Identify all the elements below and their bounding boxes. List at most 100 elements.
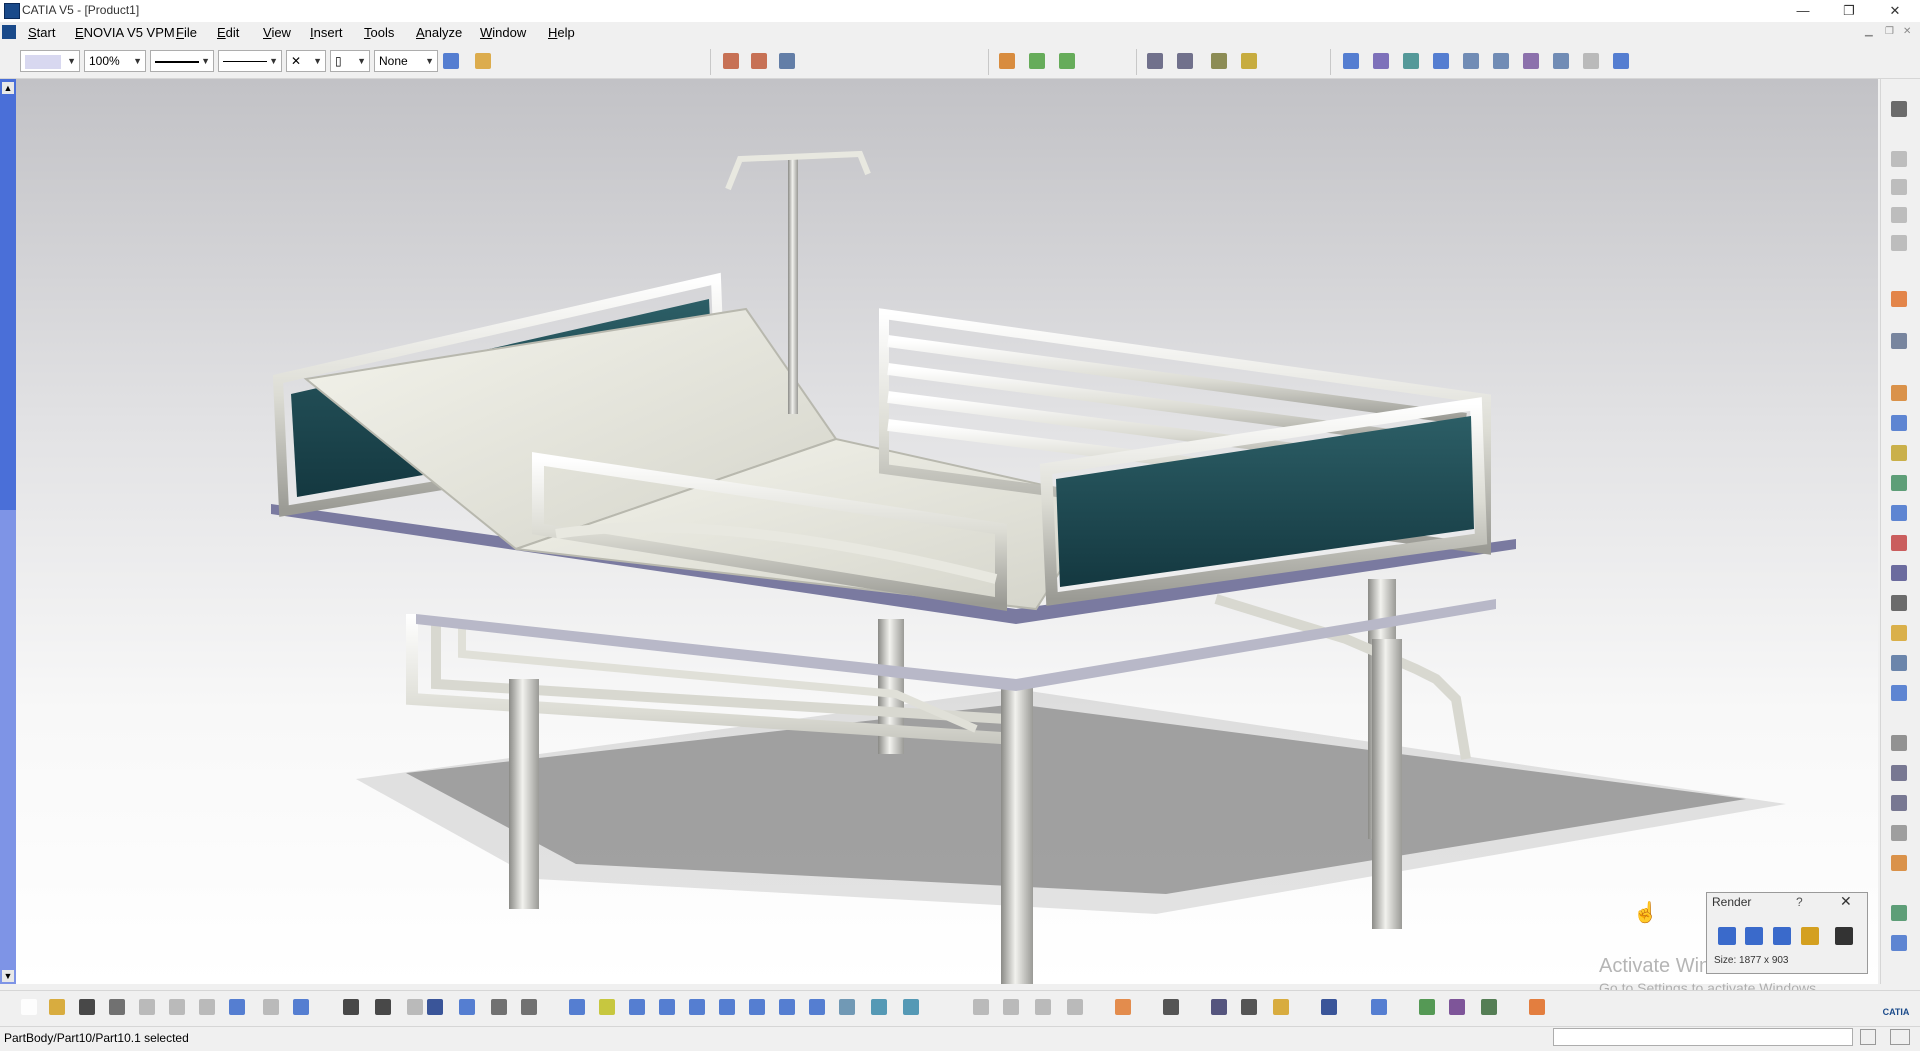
layer-combo[interactable]: None ▼	[374, 50, 438, 72]
menu-insert[interactable]: Insert	[310, 25, 343, 40]
design-table-icon[interactable]	[1888, 442, 1910, 464]
menu-file[interactable]: File	[176, 25, 197, 40]
linetype-combo[interactable]: ▼	[218, 50, 282, 72]
offset-constraint-icon[interactable]	[1400, 50, 1422, 72]
part-icon[interactable]	[776, 50, 798, 72]
move-icon[interactable]	[1000, 996, 1022, 1018]
menu-enovia[interactable]: ENOVIA V5 VPM	[75, 25, 175, 40]
manipulation-icon[interactable]	[1144, 50, 1166, 72]
multi-view-icon[interactable]	[776, 996, 798, 1018]
generate-numbering-icon[interactable]	[1888, 932, 1910, 954]
fix-together-icon[interactable]	[1490, 50, 1512, 72]
menu-edit[interactable]: Edit	[217, 25, 239, 40]
clash-icon[interactable]	[1888, 176, 1910, 198]
swap-space-icon[interactable]	[900, 996, 922, 1018]
rotate-icon[interactable]	[656, 996, 678, 1018]
fit-all-icon[interactable]	[596, 996, 618, 1018]
abc-text-icon[interactable]	[1888, 762, 1910, 784]
new-file-icon[interactable]	[18, 996, 40, 1018]
paste-icon[interactable]	[196, 996, 218, 1018]
replace-component-icon[interactable]	[1026, 50, 1048, 72]
light-icon[interactable]	[1478, 996, 1500, 1018]
print-icon[interactable]	[106, 996, 128, 1018]
capture-icon[interactable]	[1112, 996, 1134, 1018]
copy-icon[interactable]	[166, 996, 188, 1018]
distance-icon[interactable]	[1888, 232, 1910, 254]
angle-constraint-icon[interactable]	[1430, 50, 1452, 72]
scroll-up-icon[interactable]: ▲	[2, 82, 14, 94]
measure-between-icon[interactable]	[1208, 996, 1230, 1018]
stop-manipulate-icon[interactable]	[1238, 50, 1260, 72]
mechanism-icon[interactable]	[1888, 682, 1910, 704]
start-icon[interactable]	[2, 25, 16, 39]
restore-button[interactable]: ❐	[1826, 0, 1872, 22]
mdi-close-icon[interactable]: ✕	[1903, 26, 1911, 37]
fly-mode-icon[interactable]	[566, 996, 588, 1018]
transparency-combo[interactable]: 100% ▼	[84, 50, 146, 72]
3d-viewport[interactable]	[16, 79, 1878, 984]
component-icon[interactable]	[748, 50, 770, 72]
reuse-pattern-icon[interactable]	[1610, 50, 1632, 72]
mdi-minimize-icon[interactable]: ▁	[1865, 26, 1873, 37]
knowledge-advisor-icon[interactable]	[372, 996, 394, 1018]
arrow-annotation-icon[interactable]	[1888, 792, 1910, 814]
save-render-icon[interactable]	[1832, 924, 1856, 948]
law-icon[interactable]	[404, 996, 426, 1018]
render-style-combo[interactable]: ▯ ▼	[330, 50, 370, 72]
measure-inertia-icon[interactable]	[1270, 996, 1292, 1018]
flag-note-icon[interactable]	[1888, 822, 1910, 844]
text-icon[interactable]	[1888, 592, 1910, 614]
graph-tree-icon[interactable]	[1056, 50, 1078, 72]
render-close-icon[interactable]: ✕	[1840, 893, 1852, 910]
existing-component-icon[interactable]	[996, 50, 1018, 72]
cut-icon[interactable]	[136, 996, 158, 1018]
grid-snap-icon[interactable]	[1526, 996, 1548, 1018]
scrollbar-thumb[interactable]	[0, 510, 16, 984]
formula-icon[interactable]	[340, 996, 362, 1018]
painter-icon[interactable]	[440, 50, 462, 72]
power-input-field[interactable]	[1553, 1028, 1853, 1046]
paste-special-icon[interactable]	[1064, 996, 1086, 1018]
explode-icon[interactable]	[1208, 50, 1230, 72]
point-symbol-combo[interactable]: ✕ ▼	[286, 50, 326, 72]
catalog-icon[interactable]	[1888, 382, 1910, 404]
search-command-icon[interactable]	[1890, 1029, 1910, 1045]
snap-icon[interactable]	[1174, 50, 1196, 72]
minimize-button[interactable]: —	[1780, 0, 1826, 22]
space-analysis-icon[interactable]	[1888, 148, 1910, 170]
scroll-down-icon[interactable]: ▼	[2, 970, 14, 982]
annotation-icon[interactable]	[1888, 472, 1910, 494]
catalog-browser-icon[interactable]	[488, 996, 510, 1018]
hierarchy-icon[interactable]	[1888, 622, 1910, 644]
mdi-restore-icon[interactable]: ❐	[1885, 26, 1894, 37]
hide-show-icon[interactable]	[868, 996, 890, 1018]
render-frame-icon[interactable]	[1742, 924, 1766, 948]
render-shooting-icon[interactable]	[1715, 924, 1739, 948]
bed-model-render[interactable]	[16, 79, 1878, 984]
product-icon[interactable]	[720, 50, 742, 72]
render-settings-icon[interactable]	[1770, 924, 1794, 948]
contact-constraint-icon[interactable]	[1370, 50, 1392, 72]
coincidence-constraint-icon[interactable]	[1340, 50, 1362, 72]
shading-icon[interactable]	[836, 996, 858, 1018]
quick-constraint-icon[interactable]	[1520, 50, 1542, 72]
apply-environment-icon[interactable]	[1416, 996, 1438, 1018]
workbench-icon[interactable]	[1888, 98, 1910, 120]
bill-of-material-icon[interactable]	[1888, 412, 1910, 434]
catia-app-icon[interactable]	[4, 3, 20, 19]
weld-icon[interactable]	[1888, 732, 1910, 754]
menu-window[interactable]: Window	[480, 25, 526, 40]
measure-icon[interactable]	[1888, 562, 1910, 584]
stop-command-icon[interactable]	[1860, 1029, 1876, 1045]
copy-object-icon[interactable]	[1032, 996, 1054, 1018]
whats-this-icon[interactable]	[290, 996, 312, 1018]
close-button[interactable]: ✕	[1872, 0, 1918, 22]
ruler-icon[interactable]	[1368, 996, 1390, 1018]
iso-view-icon[interactable]	[806, 996, 828, 1018]
tolerance-icon[interactable]	[1888, 852, 1910, 874]
menu-view[interactable]: View	[263, 25, 291, 40]
menu-tools[interactable]: Tools	[364, 25, 394, 40]
design-table-grid-icon[interactable]	[424, 996, 446, 1018]
normal-view-icon[interactable]	[746, 996, 768, 1018]
update-icon[interactable]	[1888, 330, 1910, 352]
